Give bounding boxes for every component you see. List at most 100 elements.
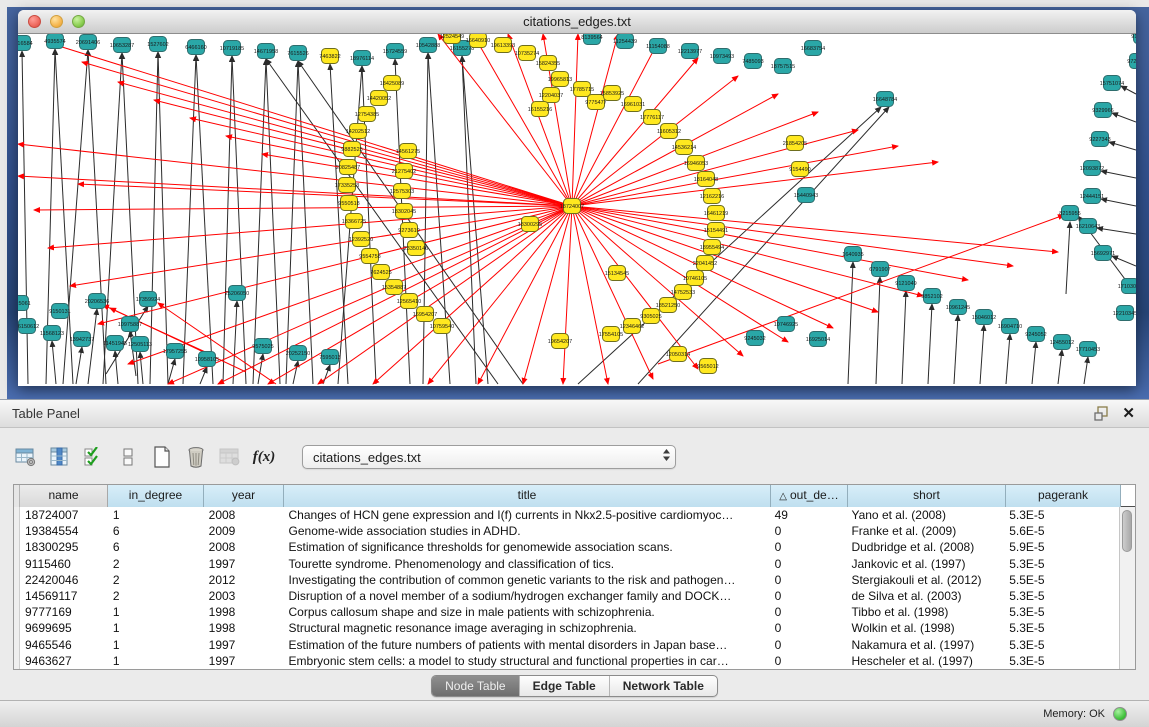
red-edge[interactable] [478, 206, 572, 384]
graph-node[interactable]: 16904710 [998, 319, 1022, 334]
cell-pagerank[interactable]: 5.3E-5 [1004, 653, 1119, 669]
cell-title[interactable]: Structural magnetic resonance image aver… [284, 620, 770, 636]
cell-year[interactable]: 1998 [204, 604, 284, 620]
cell-name[interactable]: 9777169 [20, 604, 108, 620]
graph-node[interactable]: 15824355 [536, 56, 560, 71]
graph-node[interactable]: 21275402 [392, 164, 416, 179]
cell-name[interactable]: 18724007 [20, 507, 108, 523]
table-scrollbar[interactable] [1119, 507, 1135, 669]
red-edge[interactable] [572, 206, 1058, 252]
cell-name[interactable]: 9463627 [20, 653, 108, 669]
column-header-short[interactable]: short [848, 485, 1006, 507]
red-edge[interactable] [572, 34, 578, 206]
black-edge[interactable] [233, 301, 237, 384]
graph-node[interactable]: 20691406 [76, 35, 100, 50]
cell-in_degree[interactable]: 1 [108, 620, 204, 636]
column-visibility-icon[interactable] [48, 444, 72, 470]
graph-node[interactable]: 9525061 [18, 296, 31, 311]
graph-node[interactable]: 22041452 [693, 256, 717, 271]
graph-node[interactable]: 20252150 [286, 346, 310, 361]
cell-year[interactable]: 2003 [204, 588, 284, 604]
table-row[interactable]: 2242004622012Investigating the contribut… [14, 572, 1119, 588]
graph-node[interactable]: 17554105 [599, 327, 623, 342]
cell-name[interactable]: 9115460 [20, 556, 108, 572]
black-edge[interactable] [1112, 113, 1136, 122]
cell-in_degree[interactable]: 1 [108, 637, 204, 653]
cell-pagerank[interactable]: 5.3E-5 [1004, 637, 1119, 653]
graph-node[interactable]: 19613393 [491, 38, 515, 53]
cell-in_degree[interactable]: 1 [108, 653, 204, 669]
graph-node[interactable]: 11154088 [646, 39, 670, 54]
graph-node[interactable]: 15751074 [1100, 76, 1124, 91]
memory-status-indicator[interactable] [1113, 707, 1127, 721]
black-edge[interactable] [462, 56, 476, 384]
black-edge[interactable] [1097, 228, 1136, 234]
cell-pagerank[interactable]: 5.3E-5 [1004, 604, 1119, 620]
table-settings-icon[interactable] [14, 444, 38, 470]
column-header-out_de[interactable]: △out_de… [771, 485, 848, 507]
cell-short[interactable]: Franke et al. (2009) [846, 523, 1004, 539]
network-window[interactable]: citations_edges.txt 94165844935574206914… [18, 10, 1136, 386]
cell-pagerank[interactable]: 5.3E-5 [1004, 556, 1119, 572]
black-edge[interactable] [1121, 86, 1136, 94]
black-edge[interactable] [298, 61, 313, 384]
black-edge[interactable] [140, 352, 143, 384]
cell-pagerank[interactable]: 5.3E-5 [1004, 620, 1119, 636]
red-edge[interactable] [98, 206, 572, 324]
graph-node[interactable]: 11451945 [103, 336, 127, 351]
cell-short[interactable]: Yano et al. (2008) [846, 507, 1004, 523]
graph-node[interactable]: 14420052 [367, 91, 391, 106]
cell-out_de[interactable]: 0 [770, 523, 847, 539]
delete-column-icon[interactable] [184, 444, 208, 470]
graph-node[interactable]: 9329966 [1092, 103, 1113, 118]
graph-node[interactable]: 18976114 [350, 51, 374, 66]
graph-node[interactable]: 9245032 [744, 331, 765, 346]
graph-node[interactable]: 9565012 [697, 359, 718, 374]
column-header-name[interactable]: name [20, 485, 108, 507]
cell-title[interactable]: Estimation of significance thresholds fo… [284, 539, 770, 555]
cell-out_de[interactable]: 0 [770, 556, 847, 572]
graph-node[interactable]: 16461219 [704, 206, 728, 221]
graph-node[interactable]: 1640935 [842, 247, 863, 262]
graph-node[interactable]: 17103054 [1118, 279, 1136, 294]
cell-title[interactable]: Estimation of the future numbers of pati… [284, 637, 770, 653]
graph-node[interactable]: 15440943 [794, 188, 818, 203]
graph-node[interactable]: 9273610 [398, 223, 419, 238]
red-edge[interactable] [428, 206, 572, 384]
black-edge[interactable] [150, 52, 158, 384]
cell-out_de[interactable]: 0 [770, 572, 847, 588]
graph-node[interactable]: 11254439 [613, 34, 637, 49]
graph-node[interactable]: 10735274 [515, 46, 539, 61]
black-edge[interactable] [980, 325, 984, 384]
cell-name[interactable]: 22420046 [20, 572, 108, 588]
graph-node[interactable]: 18366725 [342, 214, 366, 229]
tab-edge-table[interactable]: Edge Table [519, 676, 609, 696]
black-edge[interactable] [232, 56, 246, 384]
cell-short[interactable]: Hescheler et al. (1997) [846, 653, 1004, 669]
graph-node[interactable]: 9121049 [895, 276, 916, 291]
black-edge[interactable] [103, 53, 122, 384]
graph-node[interactable]: 9135045 [1131, 34, 1136, 44]
red-edge[interactable] [572, 162, 938, 206]
red-edge[interactable] [190, 118, 572, 206]
graph-node[interactable]: 15046012 [972, 310, 996, 325]
graph-node[interactable]: 9305025 [640, 309, 661, 324]
graph-node[interactable]: 9724745 [1127, 54, 1136, 69]
graph-node[interactable]: 6791907 [869, 262, 890, 277]
red-edge[interactable] [262, 154, 572, 206]
graph-node[interactable]: 10542888 [416, 38, 440, 53]
graph-node[interactable]: 6466160 [185, 40, 206, 55]
cell-year[interactable]: 2008 [204, 539, 284, 555]
graph-node[interactable]: 12213977 [678, 44, 702, 59]
graph-node[interactable]: 16150612 [18, 319, 39, 334]
table-row[interactable]: 946554611997Estimation of the future num… [14, 637, 1119, 653]
graph-node[interactable]: 14536214 [672, 140, 696, 155]
black-edge[interactable] [902, 291, 906, 384]
graph-node[interactable]: 9575025 [252, 339, 273, 354]
red-edge[interactable] [34, 206, 572, 210]
cell-short[interactable]: Nakamura et al. (1997) [846, 637, 1004, 653]
create-column-icon[interactable] [150, 444, 174, 470]
graph-node[interactable]: 23350146 [404, 241, 428, 256]
cell-year[interactable]: 2009 [204, 523, 284, 539]
graph-node[interactable]: 9150131 [49, 304, 70, 319]
